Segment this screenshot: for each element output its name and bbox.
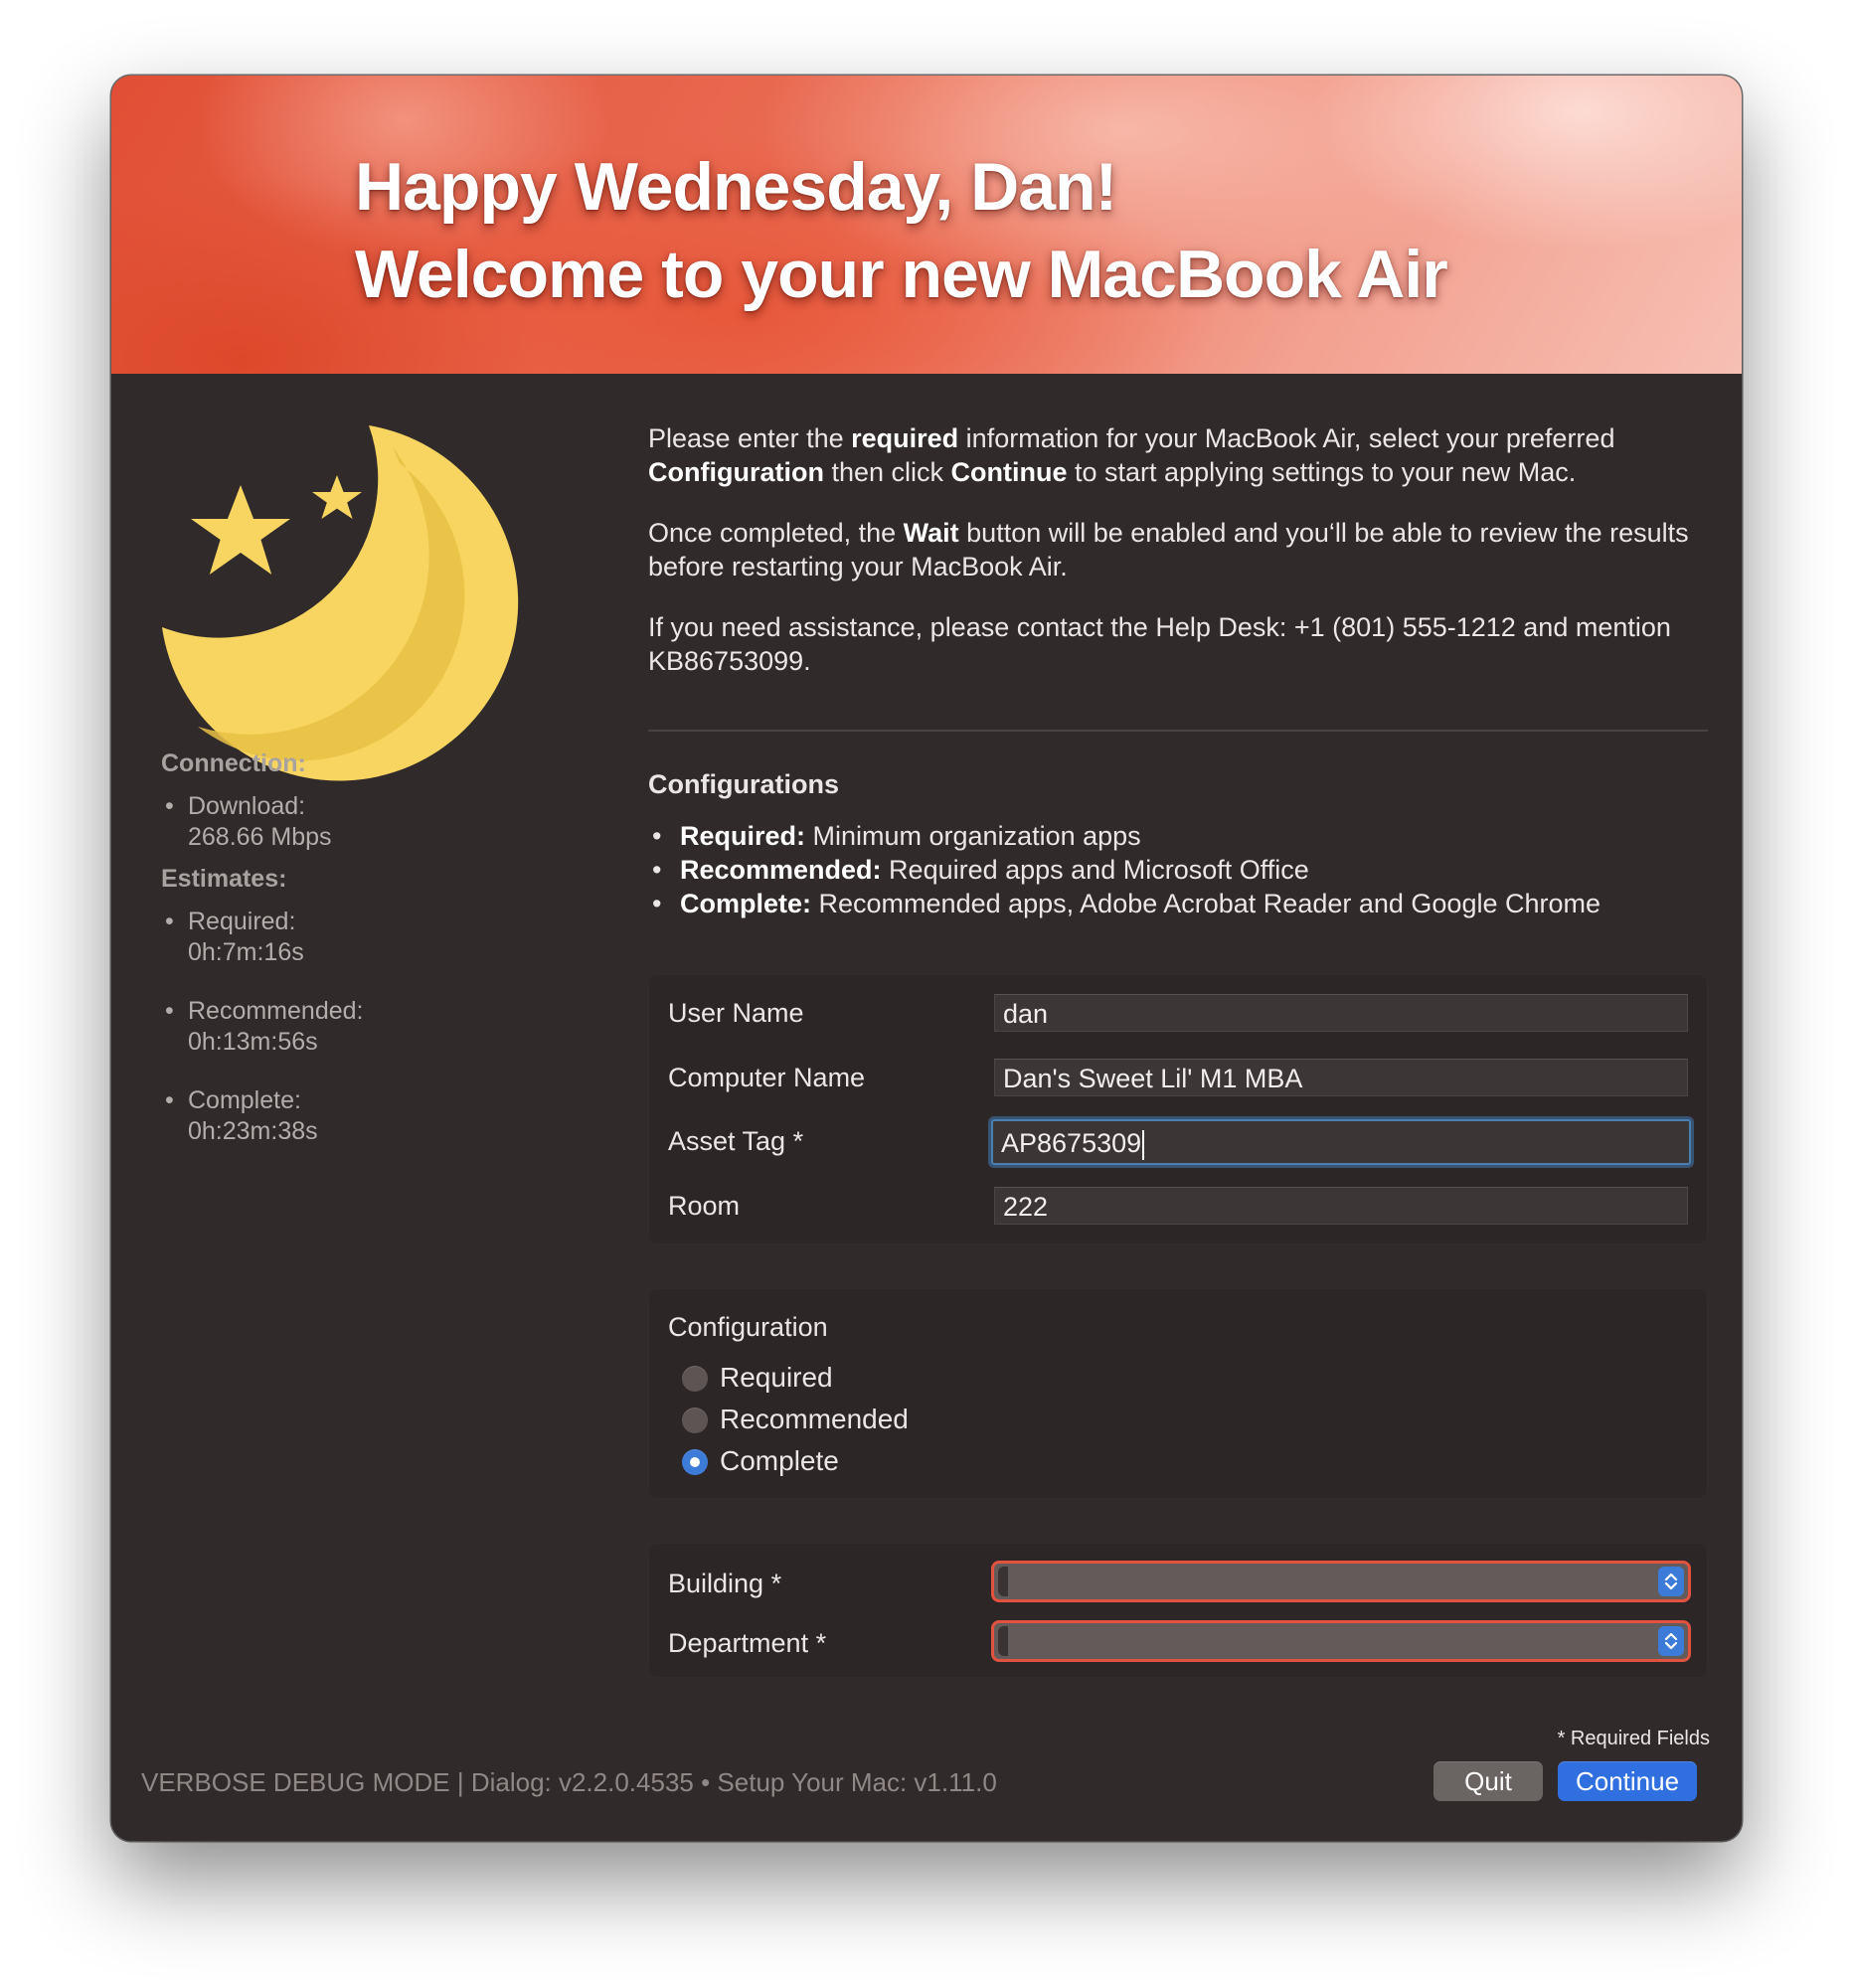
room-field[interactable]: 222: [994, 1187, 1688, 1225]
list-item: Required: Minimum organization apps: [652, 819, 1600, 853]
quit-button[interactable]: Quit: [1433, 1761, 1543, 1801]
download-value: 268.66 Mbps: [188, 823, 332, 851]
download-label: Download:: [188, 792, 306, 820]
building-label: Building *: [668, 1569, 782, 1598]
asset-tag-field[interactable]: AP8675309: [991, 1119, 1691, 1165]
configurations-list: Required: Minimum organization apps Reco…: [652, 819, 1600, 920]
debug-footer: VERBOSE DEBUG MODE | Dialog: v2.2.0.4535…: [141, 1767, 997, 1797]
radio-label: Required: [720, 1362, 833, 1393]
computer-name-field[interactable]: Dan's Sweet Lil' M1 MBA: [994, 1059, 1688, 1096]
continue-button[interactable]: Continue: [1558, 1761, 1697, 1801]
asset-tag-label: Asset Tag *: [668, 1126, 804, 1156]
department-label: Department *: [668, 1628, 827, 1658]
radio-button[interactable]: [682, 1366, 708, 1392]
banner: Happy Wednesday, Dan! Welcome to your ne…: [111, 76, 1742, 374]
radio-button[interactable]: [682, 1408, 708, 1433]
computer-name-label: Computer Name: [668, 1063, 866, 1092]
estimate-recommended: • Recommended: 0h:13m:56s: [165, 997, 364, 1056]
estimate-label: Complete:: [188, 1086, 301, 1114]
estimate-label: Required:: [188, 908, 296, 935]
configuration-label: Configuration: [668, 1312, 828, 1342]
banner-title: Happy Wednesday, Dan! Welcome to your ne…: [355, 143, 1448, 318]
room-label: Room: [668, 1191, 741, 1221]
user-name-field[interactable]: dan: [994, 994, 1688, 1032]
estimate-value: 0h:13m:56s: [188, 1028, 318, 1056]
configurations-heading: Configurations: [648, 769, 839, 799]
configuration-radio-panel: Configuration Required Recommended Compl…: [648, 1288, 1708, 1499]
required-fields-note: * Required Fields: [1557, 1728, 1710, 1749]
estimate-label: Recommended:: [188, 997, 364, 1025]
instructions-paragraph: Please enter the required information fo…: [648, 423, 1615, 487]
select-panel: Building * Department *: [648, 1543, 1708, 1678]
text-cursor: [1142, 1129, 1145, 1160]
banner-welcome: Welcome to your new MacBook Air: [355, 237, 1448, 312]
department-select[interactable]: [991, 1620, 1691, 1662]
asset-tag-value: AP8675309: [1001, 1128, 1142, 1158]
radio-label: Complete: [720, 1445, 839, 1476]
building-select[interactable]: [991, 1561, 1691, 1602]
text-fields-panel: User Name dan Computer Name Dan's Sweet …: [648, 974, 1708, 1244]
estimate-value: 0h:7m:16s: [188, 938, 304, 966]
banner-greeting: Happy Wednesday, Dan!: [355, 149, 1117, 225]
connection-heading: Connection:: [161, 749, 306, 777]
estimate-value: 0h:23m:38s: [188, 1117, 318, 1145]
user-name-label: User Name: [668, 998, 804, 1028]
estimates-heading: Estimates:: [161, 865, 287, 893]
up-down-chevron-icon: [1658, 1567, 1684, 1596]
help-paragraph: If you need assistance, please contact t…: [648, 612, 1671, 676]
list-item: Complete: Recommended apps, Adobe Acroba…: [652, 887, 1600, 920]
up-down-chevron-icon: [1658, 1626, 1684, 1656]
download-item: • Download: 268.66 Mbps: [165, 792, 332, 851]
estimate-required: • Required: 0h:7m:16s: [165, 908, 304, 966]
radio-button-selected[interactable]: [682, 1449, 708, 1475]
divider: [648, 730, 1708, 732]
dialog-window: Happy Wednesday, Dan! Welcome to your ne…: [111, 76, 1742, 1841]
completion-paragraph: Once completed, the Wait button will be …: [648, 518, 1689, 581]
radio-label: Recommended: [720, 1404, 909, 1434]
list-item: Recommended: Required apps and Microsoft…: [652, 853, 1600, 887]
estimate-complete: • Complete: 0h:23m:38s: [165, 1086, 318, 1145]
